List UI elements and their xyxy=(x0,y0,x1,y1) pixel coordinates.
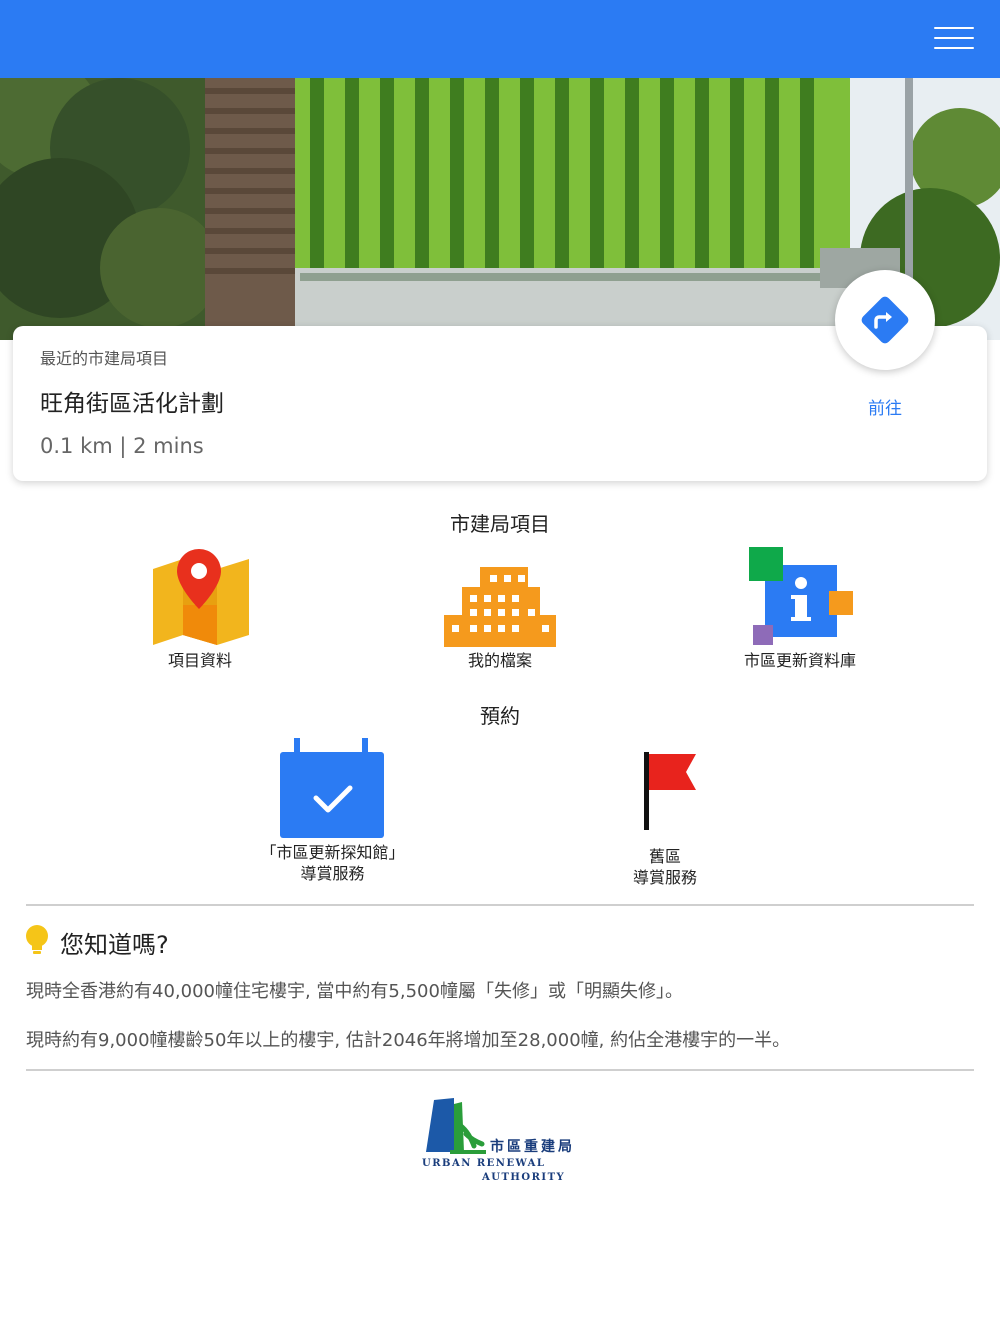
my-files-button[interactable]: 我的檔案 xyxy=(430,545,570,671)
calendar-check-icon xyxy=(279,738,384,838)
ura-logo-mark xyxy=(426,1098,486,1154)
renewal-database-label: 市區更新資料庫 xyxy=(743,651,856,670)
fact-1: 現時全香港約有40,000幢住宅樓宇, 當中約有5,500幢屬「失修」或「明顯失… xyxy=(26,981,683,1002)
flag-icon xyxy=(644,752,696,830)
booking-section-title: 預約 xyxy=(480,704,520,728)
old-district-tour-button[interactable]: 舊區 導賞服務 xyxy=(595,748,735,888)
ura-logo-chinese-name: 市區重建局 xyxy=(490,1139,575,1155)
building-icon xyxy=(444,567,556,647)
renewal-database-button[interactable]: 市區更新資料庫 xyxy=(725,545,875,671)
map-pin-icon xyxy=(153,549,249,645)
hamburger-menu-icon[interactable] xyxy=(934,27,974,51)
old-district-tour-label-1: 舊區 xyxy=(648,847,681,866)
nearest-project-title: 旺角街區活化計劃 xyxy=(40,391,224,417)
project-info-button[interactable]: 項目資料 xyxy=(130,545,270,671)
ura-logo: 市區重建局 URBAN RENEWAL AUTHORITY xyxy=(418,1094,588,1189)
did-you-know-title: 您知道嗎? xyxy=(60,931,169,959)
projects-section-title: 市建局項目 xyxy=(450,512,550,536)
discovery-centre-tour-label-2: 導賞服務 xyxy=(300,864,365,883)
nearest-project-distance: 0.1 km | 2 mins xyxy=(40,434,204,458)
directions-icon xyxy=(861,296,909,344)
fact-2: 現時約有9,000幢樓齡50年以上的樓宇, 估計2046年將增加至28,000幢… xyxy=(26,1030,791,1051)
ura-logo-english-name-1: URBAN RENEWAL xyxy=(422,1158,546,1169)
divider-bottom xyxy=(26,1069,974,1071)
nearest-project-card[interactable]: 最近的市建局項目 旺角街區活化計劃 0.1 km | 2 mins 前往 xyxy=(13,326,987,481)
nearest-project-label: 最近的市建局項目 xyxy=(40,349,169,368)
my-files-label: 我的檔案 xyxy=(467,651,532,670)
divider-top xyxy=(26,904,974,906)
project-info-label: 項目資料 xyxy=(167,651,232,670)
old-district-tour-label-2: 導賞服務 xyxy=(632,868,697,887)
lightbulb-icon xyxy=(26,925,48,954)
info-icon xyxy=(749,547,853,645)
go-label[interactable]: 前往 xyxy=(853,394,917,419)
top-bar xyxy=(0,0,1000,78)
discovery-centre-tour-button[interactable]: 「市區更新探知館」 導賞服務 xyxy=(245,738,420,884)
ura-logo-english-name-2: AUTHORITY xyxy=(482,1172,566,1183)
discovery-centre-tour-label-1: 「市區更新探知館」 xyxy=(260,843,405,862)
directions-button[interactable] xyxy=(835,270,935,370)
